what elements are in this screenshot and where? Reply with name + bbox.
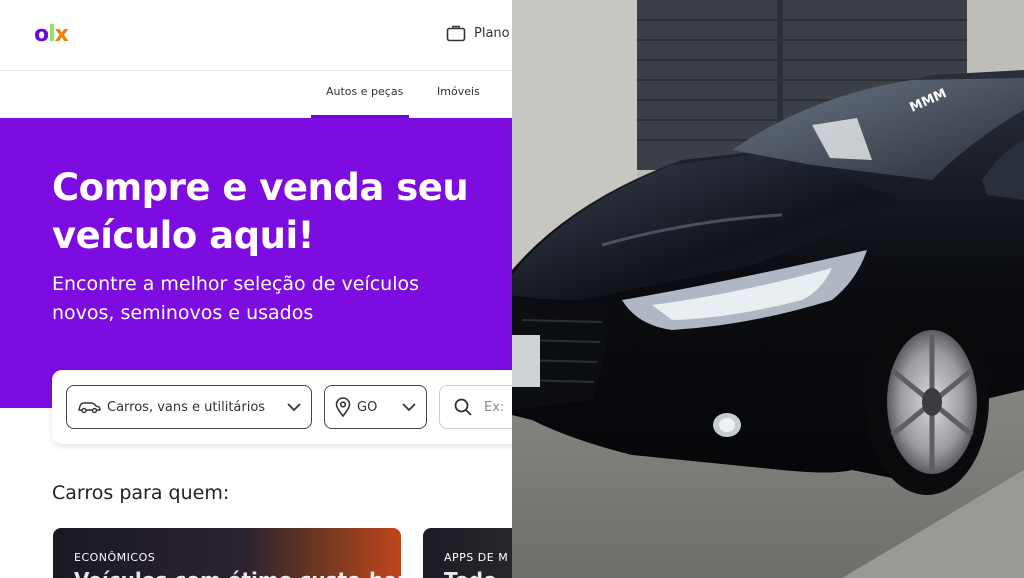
section-title: Carros para quem: — [52, 482, 230, 504]
hero-subtitle: Encontre a melhor seleção de veículos nov… — [52, 273, 420, 324]
olx-logo[interactable]: olx — [34, 22, 69, 48]
top-navigation-bar: olx Plano — [0, 0, 512, 71]
vehicle-search-bar: Carros, vans e utilitários GO Ex: — [52, 370, 512, 444]
card-tag: APPS DE M — [444, 551, 509, 564]
chevron-down-icon — [287, 402, 301, 411]
category-card-apps[interactable]: APPS DE M Todo — [423, 528, 512, 578]
category-card-economicos[interactable]: ECONÔMICOS Veículos com ótimo custo-bene… — [53, 528, 401, 578]
tab-imoveis[interactable]: Imóveis — [437, 85, 480, 98]
chevron-down-icon — [402, 402, 416, 411]
category-select[interactable]: Carros, vans e utilitários — [66, 385, 312, 429]
card-title: Todo — [444, 568, 497, 578]
plan-link[interactable]: Plano — [446, 24, 510, 42]
state-select[interactable]: GO — [324, 385, 427, 429]
plan-label: Plano — [474, 25, 510, 41]
car-icon — [78, 402, 101, 414]
olx-website-pane: olx Plano Autos e peças Imóveis Compre e… — [0, 0, 512, 578]
search-input[interactable]: Ex: — [439, 385, 512, 429]
car-illustration: MMM — [512, 0, 1024, 578]
car-photo: MMM — [512, 0, 1024, 578]
briefcase-icon — [446, 25, 466, 42]
hero-banner — [0, 118, 512, 408]
category-value: Carros, vans e utilitários — [107, 399, 266, 415]
card-title: Veículos com ótimo custo-benefício — [74, 568, 401, 578]
tab-autos-e-pecas[interactable]: Autos e peças — [326, 85, 403, 98]
hero-title: Compre e venda seu veículo aqui! — [52, 166, 469, 257]
search-icon — [454, 398, 472, 416]
card-tag: ECONÔMICOS — [74, 551, 156, 564]
category-tabs: Autos e peças Imóveis — [0, 71, 512, 118]
location-pin-icon — [335, 397, 351, 417]
state-value: GO — [357, 399, 378, 415]
search-placeholder: Ex: — [484, 399, 505, 415]
